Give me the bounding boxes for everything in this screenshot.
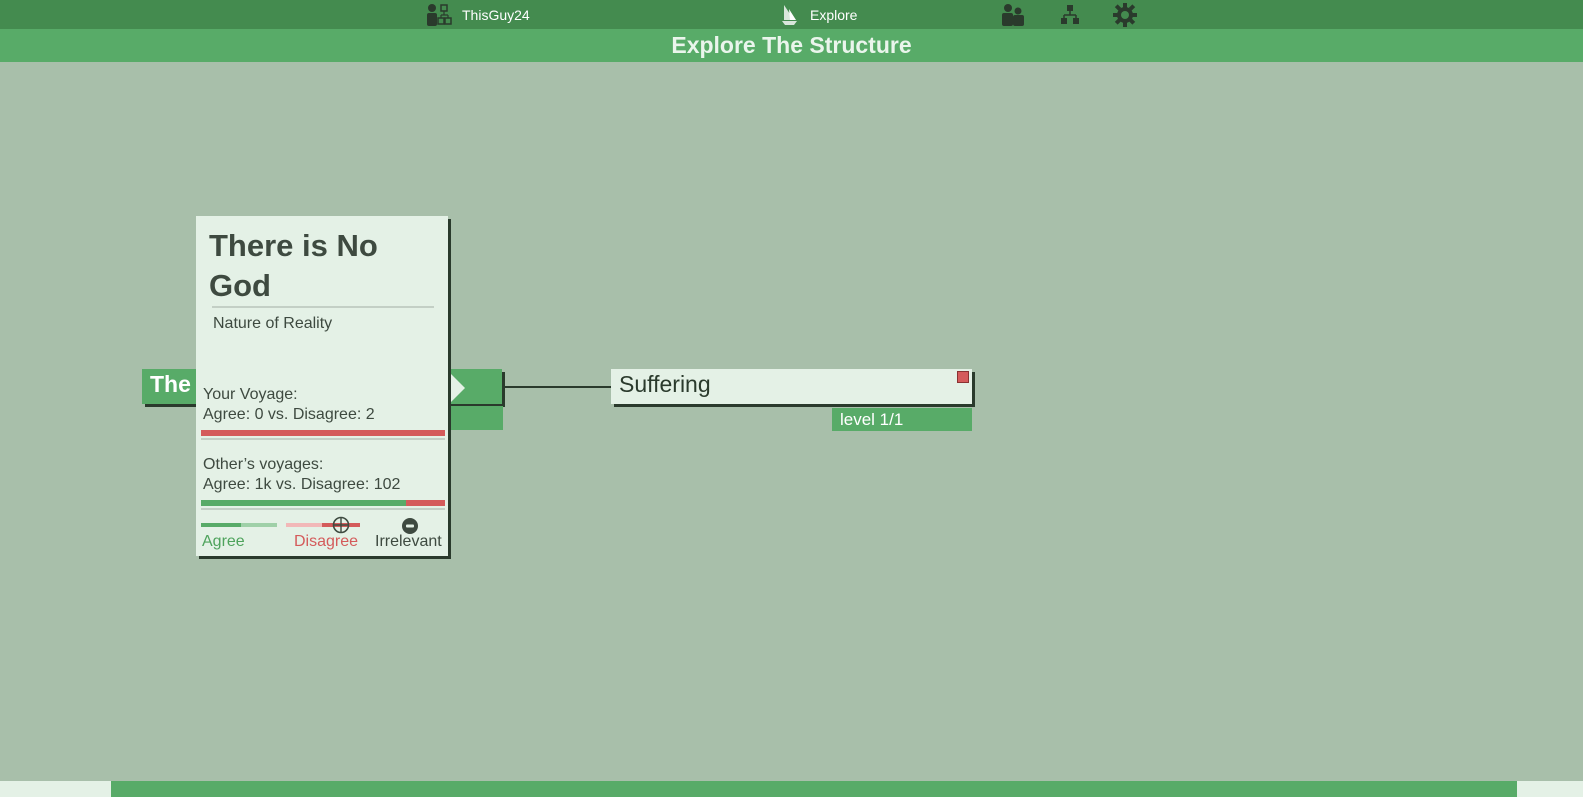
disagree-segment bbox=[405, 500, 445, 506]
bottom-bar-left bbox=[0, 781, 111, 797]
divider bbox=[201, 508, 445, 510]
your-voyage-heading: Your Voyage: bbox=[203, 386, 298, 403]
popup-pointer bbox=[448, 371, 465, 405]
your-voyage-bar bbox=[201, 430, 445, 436]
divider bbox=[201, 438, 445, 440]
node-level-badge bbox=[448, 406, 503, 430]
sail-icon bbox=[780, 4, 800, 26]
disagree-marker bbox=[957, 371, 969, 383]
node-title: Suffering bbox=[619, 371, 711, 397]
agree-indicator bbox=[201, 523, 277, 527]
agree-segment bbox=[201, 500, 406, 506]
hierarchy-icon bbox=[1061, 4, 1079, 26]
divider bbox=[212, 306, 434, 308]
user-menu[interactable]: ThisGuy24 bbox=[426, 0, 530, 29]
bottom-bar-right bbox=[1517, 781, 1583, 797]
node-title: The bbox=[150, 371, 191, 397]
gear-icon bbox=[1112, 2, 1138, 28]
explore-label: Explore bbox=[810, 6, 858, 23]
popup-title: There is No God bbox=[209, 228, 378, 303]
node-connector bbox=[504, 386, 611, 388]
settings-button[interactable] bbox=[1112, 0, 1138, 29]
user-name: ThisGuy24 bbox=[462, 6, 530, 23]
user-structure-icon bbox=[426, 3, 452, 27]
node-detail-popup: There is No God Nature of Reality Your V… bbox=[196, 216, 448, 556]
agree-button[interactable]: Agree bbox=[202, 533, 245, 551]
crosshair-icon bbox=[332, 516, 350, 534]
popup-category: Nature of Reality bbox=[213, 315, 333, 332]
disagree-button[interactable]: Disagree bbox=[294, 533, 358, 551]
page-title: Explore The Structure bbox=[0, 29, 1583, 62]
node-level-badge: level 1/1 bbox=[832, 408, 972, 431]
disagree-segment bbox=[201, 430, 445, 436]
bottom-scroll-bar[interactable] bbox=[111, 781, 1517, 797]
top-navigation-bar: ThisGuy24 Explore bbox=[0, 0, 1583, 29]
explore-nav[interactable]: Explore bbox=[780, 0, 857, 29]
your-voyage-summary: Agree: 0 vs. Disagree: 2 bbox=[203, 406, 375, 423]
hierarchy-button[interactable] bbox=[1061, 0, 1079, 29]
node-suffering[interactable]: Suffering bbox=[611, 369, 972, 404]
people-button[interactable] bbox=[1001, 0, 1025, 29]
others-voyage-summary: Agree: 1k vs. Disagree: 102 bbox=[203, 476, 401, 493]
irrelevant-button[interactable]: Irrelevant bbox=[375, 533, 442, 551]
others-voyage-heading: Other’s voyages: bbox=[203, 456, 324, 473]
people-icon bbox=[1001, 3, 1025, 27]
others-voyage-bar bbox=[201, 500, 445, 506]
